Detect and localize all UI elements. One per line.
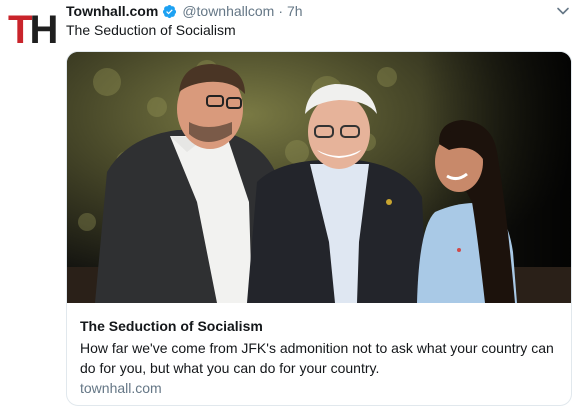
avatar[interactable]: T H [8,8,58,52]
separator-dot: · [278,3,284,19]
verified-badge-icon [163,4,177,18]
tweet: T H Townhall.com @townhallcom · 7h The S… [0,0,580,416]
link-card[interactable]: The Seduction of Socialism How far we've… [66,51,572,406]
tweet-header: Townhall.com @townhallcom · 7h [66,2,303,20]
card-description: How far we've come from JFK's admonition… [80,340,554,376]
author-handle[interactable]: @townhallcom [182,3,274,19]
tweet-timestamp[interactable]: 7h [287,3,303,19]
card-image[interactable] [67,52,571,303]
tweet-text: The Seduction of Socialism [66,22,236,38]
card-photo [67,52,571,303]
chevron-down-icon[interactable] [556,4,570,18]
card-domain[interactable]: townhall.com [80,380,162,396]
card-title[interactable]: The Seduction of Socialism [80,318,263,334]
avatar-letter-t: T [8,8,33,52]
author-name[interactable]: Townhall.com [66,3,158,19]
avatar-letter-h: H [29,8,58,52]
